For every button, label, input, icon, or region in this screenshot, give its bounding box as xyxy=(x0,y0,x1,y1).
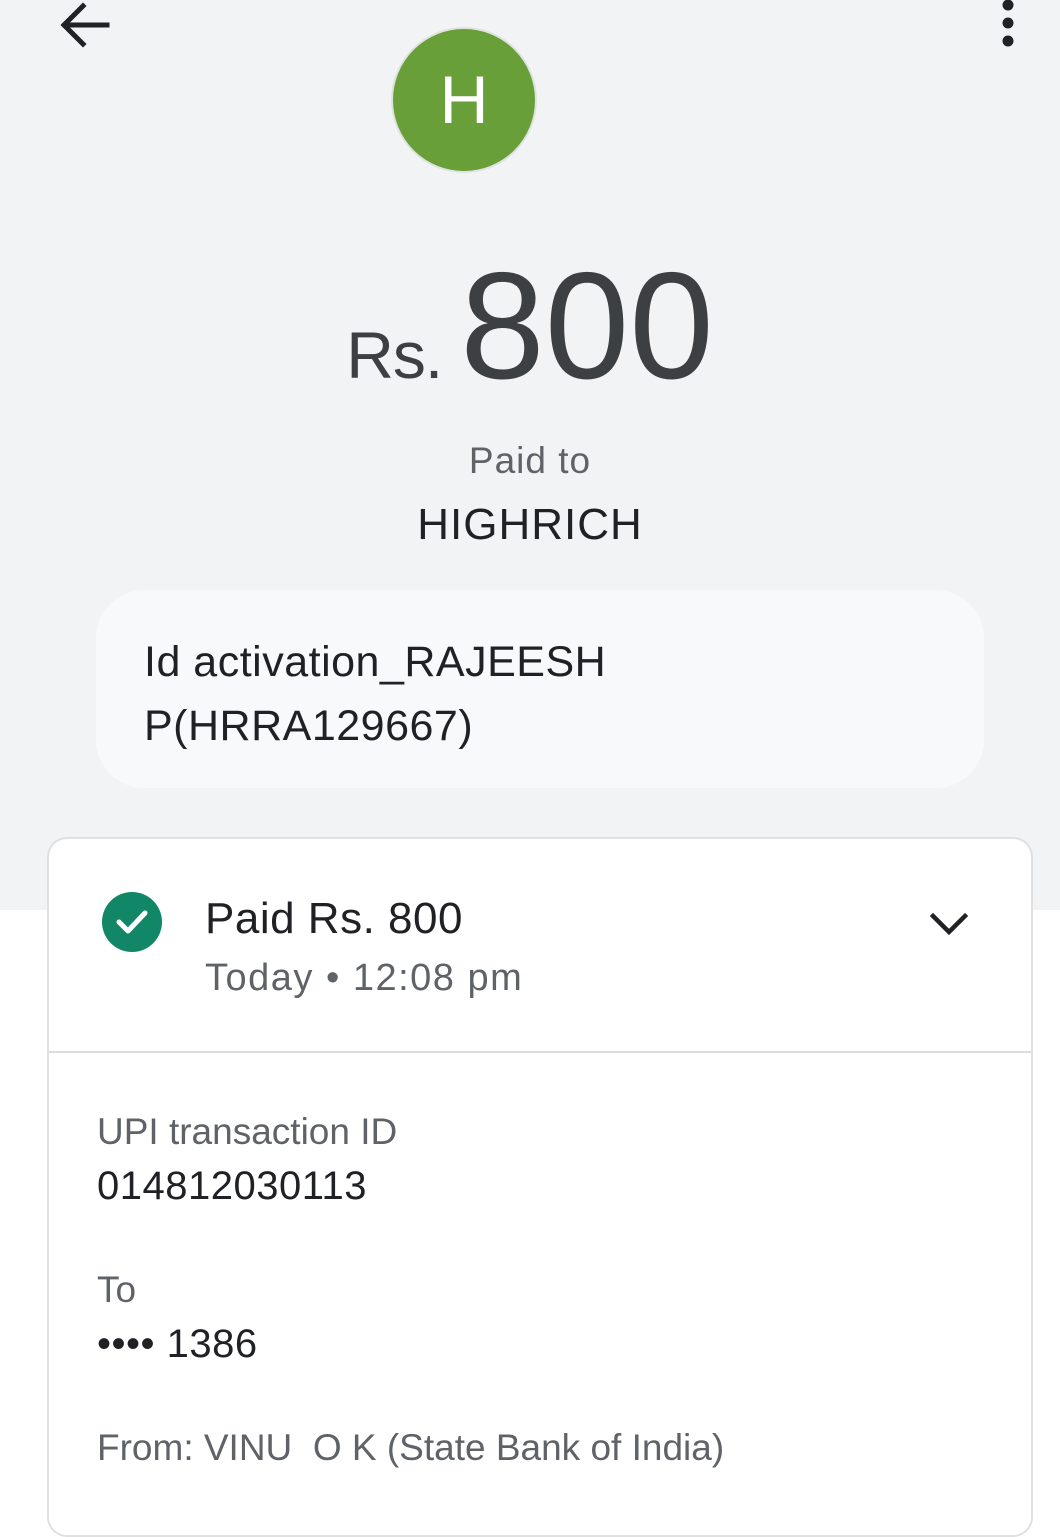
payment-amount: Rs. 800 xyxy=(0,250,1060,402)
to-label: To xyxy=(97,1269,137,1310)
note-line-2: P(HRRA129667) xyxy=(144,702,474,750)
payment-note: Id activation_RAJEESH P(HRRA129667) xyxy=(96,590,984,788)
divider xyxy=(49,1051,1031,1053)
currency-label: Rs. xyxy=(346,318,443,392)
from-account-line: From: VINU O K (State Bank of India) xyxy=(97,1427,725,1468)
expand-details-button[interactable] xyxy=(919,894,979,954)
chevron-down-icon xyxy=(929,912,969,936)
status-title: Paid Rs. 800 xyxy=(205,894,463,943)
payee-name: HIGHRICH xyxy=(417,500,643,549)
back-button[interactable] xyxy=(50,0,120,50)
note-line-1: Id activation_RAJEESH xyxy=(144,638,607,686)
amount-value: 800 xyxy=(460,241,714,411)
upi-transaction-id-value[interactable]: 014812030113 xyxy=(97,1164,367,1209)
upi-transaction-id-label: UPI transaction ID xyxy=(97,1111,398,1152)
check-circle-icon xyxy=(102,892,162,952)
more-options-button[interactable] xyxy=(983,0,1033,50)
more-vert-icon xyxy=(1002,0,1014,47)
arrow-back-icon xyxy=(60,2,110,48)
payee-avatar: H xyxy=(391,27,537,173)
status-time: Today • 12:08 pm xyxy=(205,957,524,999)
to-account-value: •••• 1386 xyxy=(97,1322,258,1366)
transaction-details-card: Paid Rs. 800 Today • 12:08 pm UPI transa… xyxy=(47,837,1033,1537)
paid-to-label: Paid to xyxy=(468,440,592,481)
